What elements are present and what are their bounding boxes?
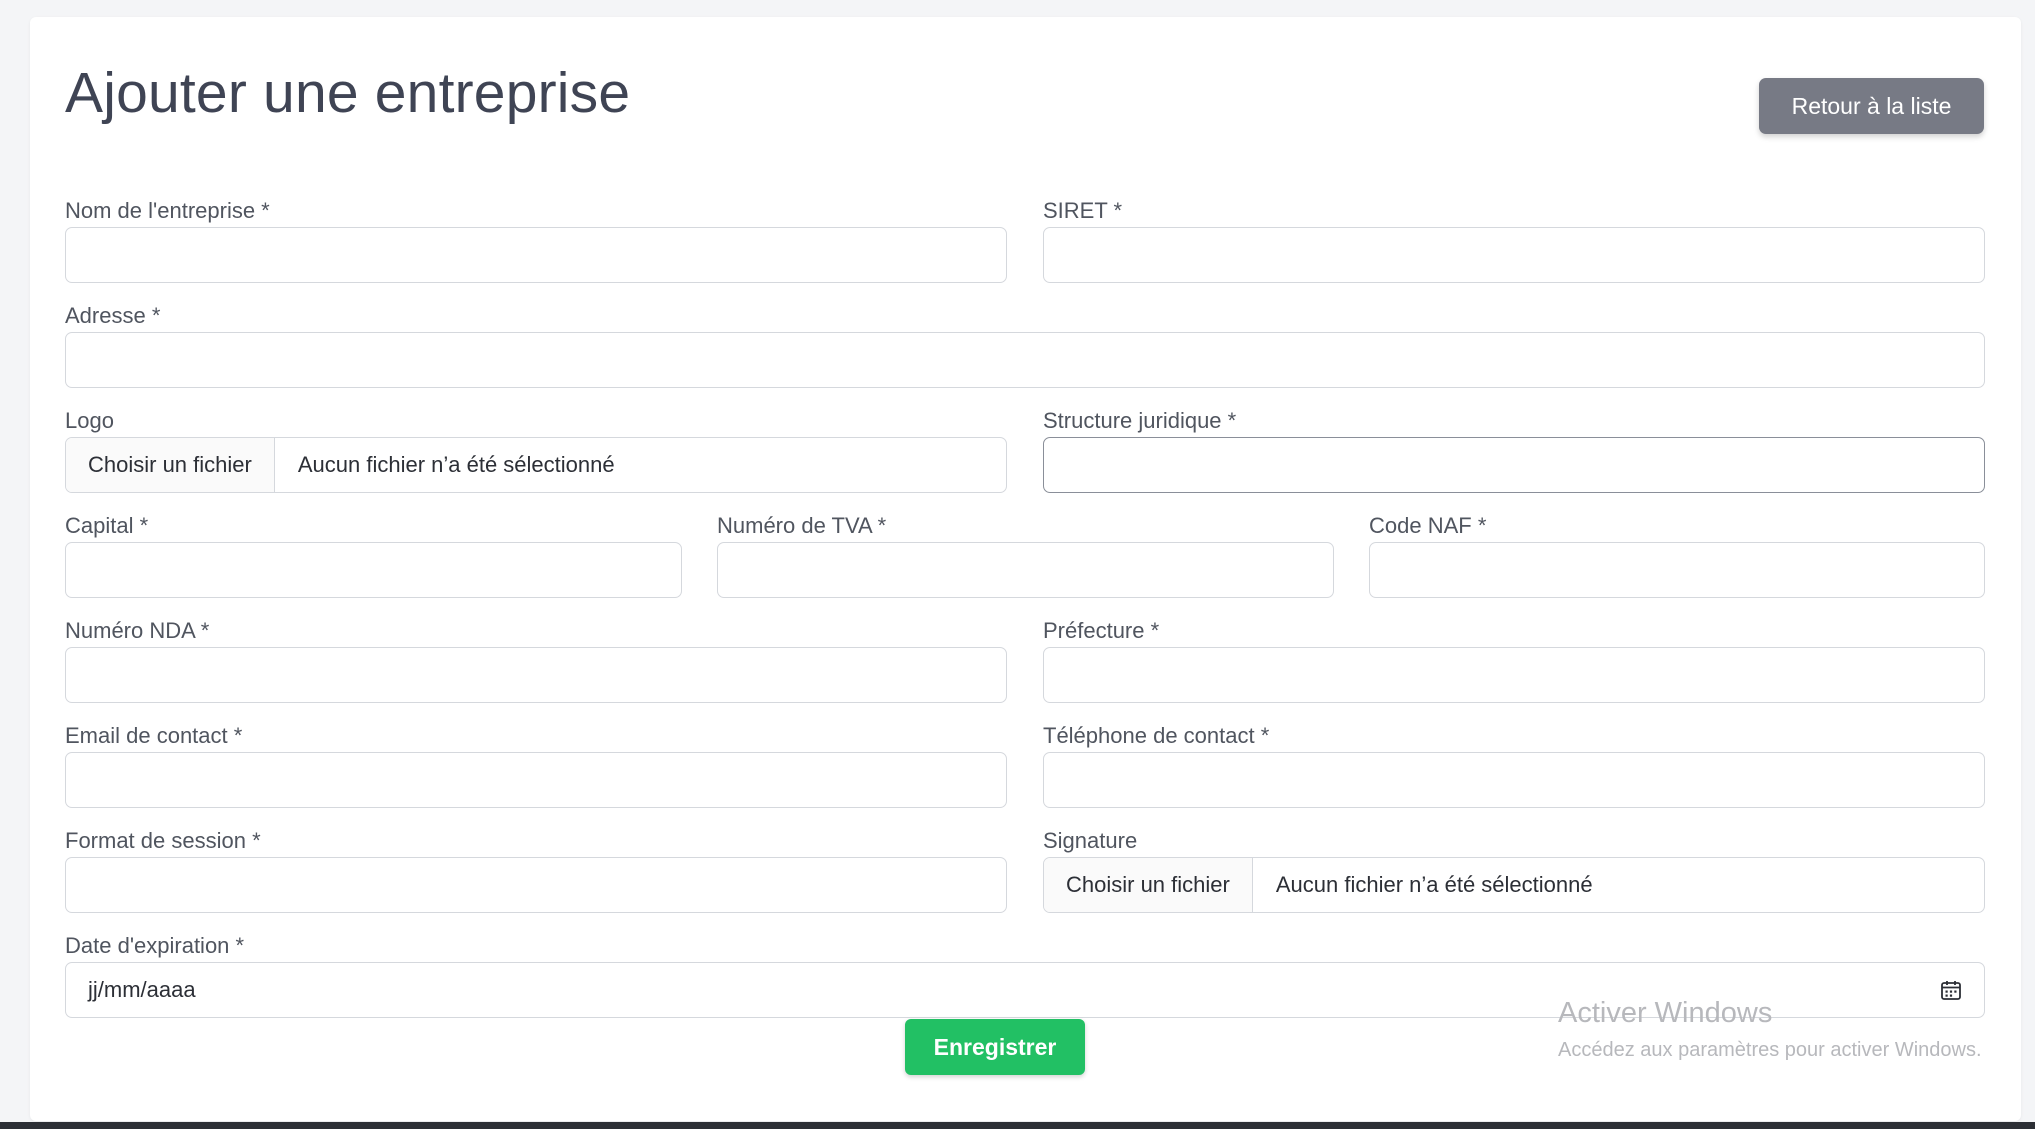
legal-structure-input[interactable] (1043, 437, 1985, 493)
signature-file-status: Aucun fichier n’a été sélectionné (1275, 872, 1593, 897)
save-button[interactable]: Enregistrer (905, 1019, 1085, 1075)
session-format-label: Format de session * (65, 828, 261, 853)
signature-label: Signature (1043, 828, 1138, 853)
windows-activation-title: Activer Windows (1558, 997, 1773, 1029)
vat-number-label: Numéro de TVA * (717, 513, 887, 538)
nda-number-label: Numéro NDA * (65, 618, 210, 643)
address-label: Adresse * (65, 303, 161, 328)
session-format-input[interactable] (65, 857, 1007, 913)
expiration-date-placeholder: jj/mm/aaaa (88, 977, 196, 1002)
contact-email-label: Email de contact * (65, 723, 243, 748)
logo-file-status: Aucun fichier n’a été sélectionné (297, 452, 615, 477)
legal-structure-label: Structure juridique * (1043, 408, 1237, 433)
signature-file-input[interactable]: Choisir un fichier Aucun fichier n’a été… (1043, 857, 1985, 913)
logo-choose-file-button[interactable]: Choisir un fichier (66, 438, 275, 492)
vat-number-input[interactable] (717, 542, 1334, 598)
back-to-list-button[interactable]: Retour à la liste (1759, 78, 1984, 134)
capital-input[interactable] (65, 542, 682, 598)
form-card: Ajouter une entreprise Retour à la liste… (30, 17, 2021, 1121)
contact-phone-label: Téléphone de contact * (1043, 723, 1270, 748)
signature-choose-file-button[interactable]: Choisir un fichier (1044, 858, 1253, 912)
logo-file-input[interactable]: Choisir un fichier Aucun fichier n’a été… (65, 437, 1007, 493)
prefecture-input[interactable] (1043, 647, 1985, 703)
contact-phone-input[interactable] (1043, 752, 1985, 808)
siret-label: SIRET * (1043, 198, 1123, 223)
capital-label: Capital * (65, 513, 149, 538)
naf-code-input[interactable] (1369, 542, 1985, 598)
prefecture-label: Préfecture * (1043, 618, 1160, 643)
siret-input[interactable] (1043, 227, 1985, 283)
address-input[interactable] (65, 332, 1985, 388)
company-name-input[interactable] (65, 227, 1007, 283)
nda-number-input[interactable] (65, 647, 1007, 703)
company-name-label: Nom de l'entreprise * (65, 198, 270, 223)
expiration-date-label: Date d'expiration * (65, 933, 245, 958)
windows-activation-subtitle: Accédez aux paramètres pour activer Wind… (1558, 1039, 1982, 1061)
logo-label: Logo (65, 408, 114, 433)
contact-email-input[interactable] (65, 752, 1007, 808)
naf-code-label: Code NAF * (1369, 513, 1487, 538)
calendar-icon[interactable] (1940, 979, 1962, 1001)
taskbar-edge (0, 1122, 2035, 1129)
page-title: Ajouter une entreprise (65, 61, 631, 125)
